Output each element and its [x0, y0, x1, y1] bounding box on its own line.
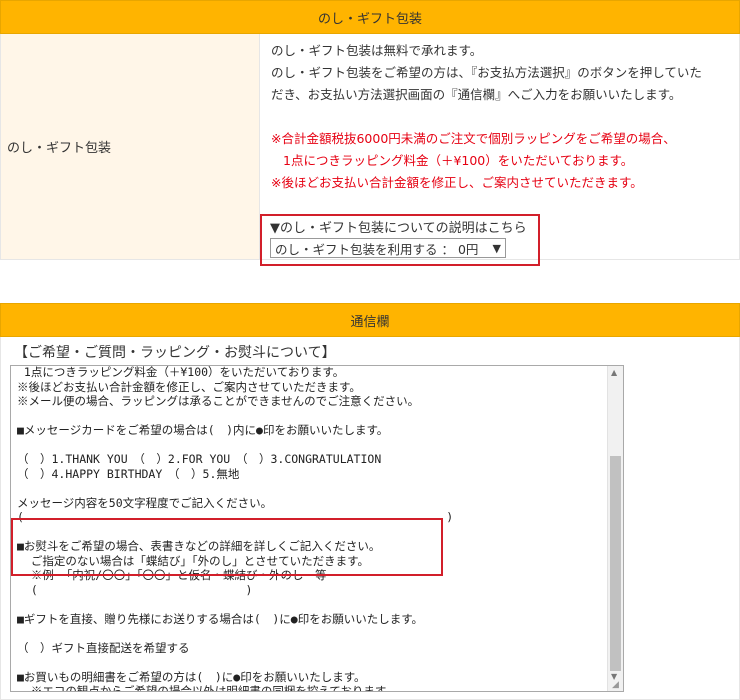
- memo-line: ■お買いもの明細書をご希望の方は( )に●印をお願いいたします。: [17, 669, 366, 684]
- scroll-up-icon[interactable]: ▲: [611, 368, 617, 377]
- gift-note-line: ※後ほどお支払い合計金額を修正し、ご案内させていただきます。: [271, 175, 643, 190]
- gift-label: のし・ギフト包装: [7, 141, 112, 156]
- scroll-thumb[interactable]: [610, 456, 621, 671]
- memo-line: ■メッセージカードをご希望の場合は( )内に●印をお願いいたします。: [17, 423, 389, 437]
- gift-description-link[interactable]: ▼のし・ギフト包装についての説明はこちら: [270, 217, 527, 236]
- gift-wrapping-select[interactable]: のし・ギフト包装を利用する ： 0円 ▼: [270, 238, 506, 258]
- memo-line: ※後ほどお支払い合計金額を修正し、ご案内させていただきます。: [17, 379, 361, 394]
- gift-section-header-title: のし・ギフト包装: [317, 11, 422, 27]
- gift-info-line: のし・ギフト包装をご希望の方は、『お支払方法選択』のボタンを押していた: [271, 65, 702, 80]
- memo-scrollbar[interactable]: ▲ ▼: [607, 366, 623, 691]
- memo-line: ※エコの観点からご希望の場合以外は明細書の同梱を控えております。: [17, 684, 397, 692]
- memo-section-header-title: 通信欄: [350, 314, 390, 330]
- gift-note-line: 1点につきラッピング料金（＋¥100）をいただいております。: [283, 153, 634, 168]
- memo-section-header: 通信欄: [0, 303, 740, 337]
- gift-info-line: だき、お支払い方法選択画面の『通信欄』へご入力をお願いいたします。: [271, 87, 682, 102]
- noshi-instructions-highlight: [11, 518, 443, 576]
- gift-section-header: のし・ギフト包装: [0, 0, 740, 34]
- memo-line: （ ）1.THANK YOU （ ）2.FOR YOU （ ）3.CONGRAT…: [17, 452, 382, 466]
- memo-line: [17, 481, 607, 496]
- memo-heading: 【ご希望・ご質問・ラッピング・お熨斗について】: [14, 345, 336, 361]
- chevron-down-icon: ▼: [492, 241, 501, 255]
- gift-info-line: のし・ギフト包装は無料で承れます。: [271, 43, 483, 58]
- resize-grip-icon[interactable]: ◢: [612, 680, 622, 690]
- memo-line: ■ギフトを直接、贈り先様にお送りする場合は( )に●印をお願いいたします。: [17, 611, 424, 626]
- memo-line: ( ): [17, 582, 253, 597]
- gift-note-line: ※合計金額税抜6000円未満のご注文で個別ラッピングをご希望の場合、: [271, 131, 676, 146]
- memo-line: [17, 655, 607, 670]
- memo-line: [17, 597, 607, 612]
- memo-line: メッセージ内容を50文字程度でご記入ください。: [17, 495, 273, 510]
- memo-line: [17, 409, 607, 424]
- memo-line: 1点につきラッピング料金（＋¥100）をいただいております。: [17, 365, 345, 379]
- memo-line: [17, 626, 607, 641]
- gift-label-cell: のし・ギフト包装: [1, 34, 260, 259]
- gift-select-value: のし・ギフト包装を利用する ： 0円: [275, 241, 479, 257]
- memo-line: ※メール便の場合、ラッピングは承ることができませんのでご注意ください。: [17, 394, 420, 408]
- memo-line: （ ）ギフト直接配送を希望する: [17, 640, 190, 655]
- memo-line: （ ）4.HAPPY BIRTHDAY （ ）5.無地: [17, 466, 240, 481]
- memo-line: [17, 438, 607, 453]
